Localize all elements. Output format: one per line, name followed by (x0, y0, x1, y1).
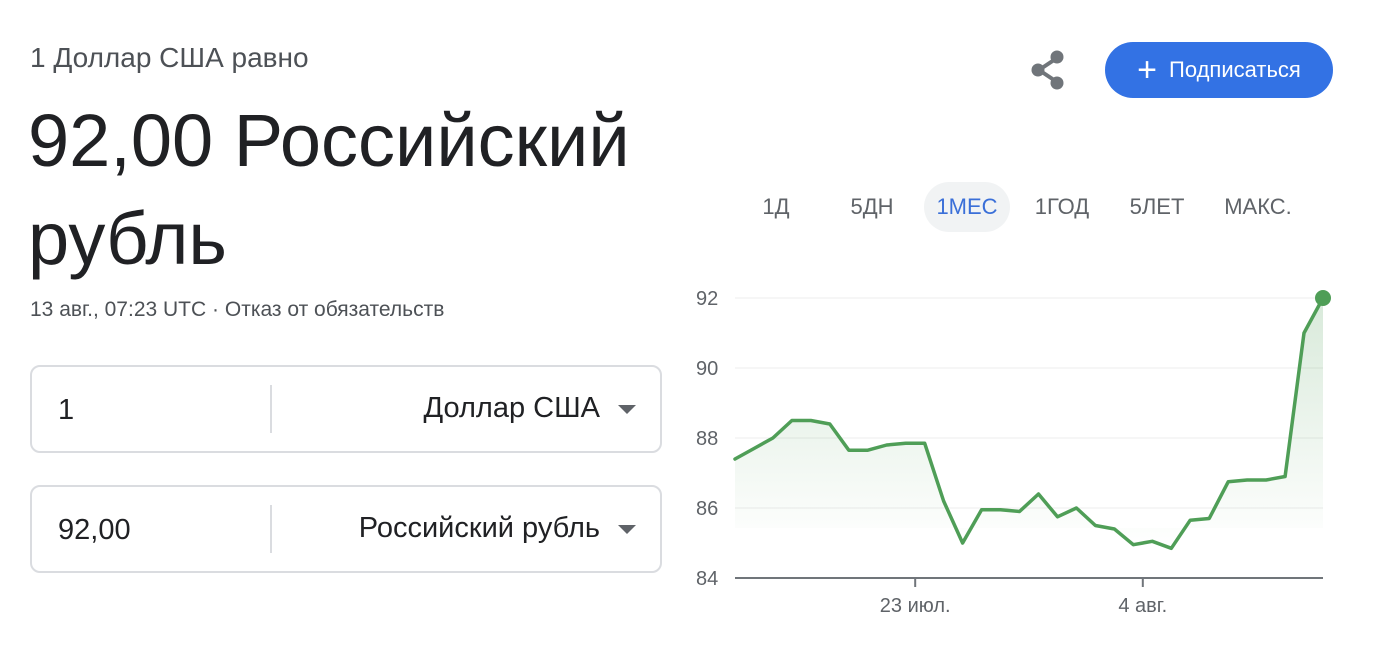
tab-1y[interactable]: 1ГОД (1024, 182, 1100, 232)
to-currency-select[interactable]: Российский рубль (274, 487, 660, 571)
from-currency-select[interactable]: Доллар США (274, 367, 660, 451)
dropdown-caret-icon (618, 405, 636, 414)
to-amount-input[interactable] (34, 489, 290, 571)
share-icon (1031, 50, 1064, 90)
tab-5y[interactable]: 5ЛЕТ (1114, 182, 1200, 232)
from-currency-label: Доллар США (423, 392, 600, 424)
subscribe-label: Подписаться (1169, 57, 1301, 82)
exchange-rate-chart[interactable]: 84 86 88 90 92 23 июл. 4 авг. (680, 270, 1350, 620)
dropdown-caret-icon (618, 525, 636, 534)
to-currency-label: Российский рубль (358, 512, 600, 544)
x-tick-label: 23 июл. (880, 595, 951, 617)
y-tick-label: 88 (696, 428, 718, 450)
y-tick-label: 84 (696, 568, 718, 590)
tab-5d[interactable]: 5ДН (834, 182, 910, 232)
to-currency-row: Российский рубль (30, 485, 662, 573)
rate-meta: 13 авг., 07:23 UTC · Отказ от обязательс… (30, 298, 444, 322)
from-currency-row: Доллар США (30, 365, 662, 453)
range-tabs: 1Д 5ДН 1МЕС 1ГОД 5ЛЕТ МАКС. (730, 182, 1330, 232)
from-amount-input[interactable] (34, 369, 290, 451)
conversion-result: 92,00 Российский рубль (28, 99, 630, 280)
tab-max[interactable]: МАКС. (1208, 182, 1308, 232)
subscribe-button[interactable]: + Подписаться (1105, 42, 1333, 98)
tab-1d[interactable]: 1Д (740, 182, 812, 232)
y-tick-label: 86 (696, 498, 718, 520)
conversion-subtitle: 1 Доллар США равно (30, 42, 309, 73)
tab-1m[interactable]: 1МЕС (924, 182, 1010, 232)
disclaimer-link[interactable]: Отказ от обязательств (225, 298, 444, 321)
y-tick-label: 90 (696, 358, 718, 380)
divider (270, 505, 272, 553)
meta-separator: · (212, 298, 220, 321)
divider (270, 385, 272, 433)
y-tick-label: 92 (696, 288, 718, 310)
rate-timestamp: 13 авг., 07:23 UTC (30, 298, 207, 321)
x-tick-label: 4 авг. (1118, 595, 1167, 617)
latest-point (1315, 290, 1331, 306)
share-button[interactable] (1024, 46, 1072, 94)
plus-icon: + (1137, 51, 1158, 89)
